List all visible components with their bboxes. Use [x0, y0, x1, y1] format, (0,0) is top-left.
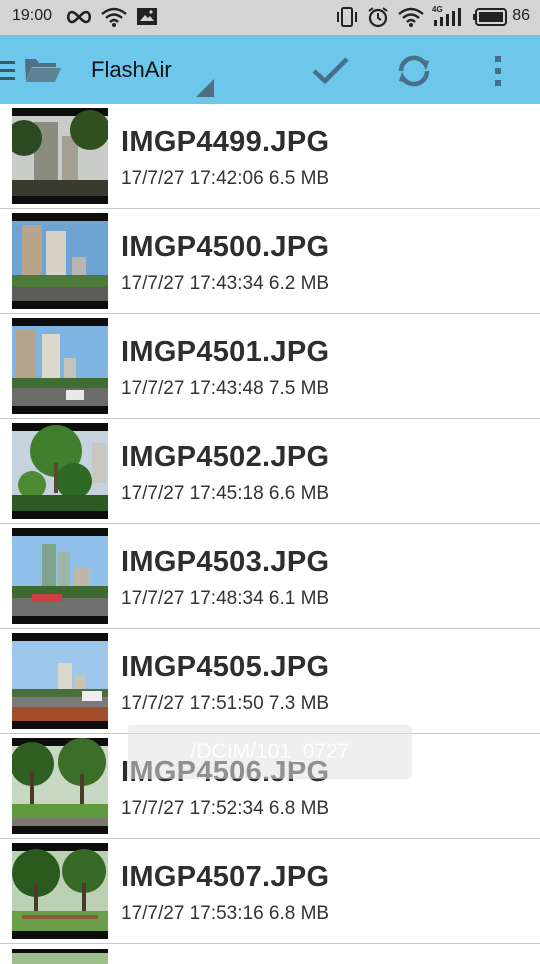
status-time: 19:00 — [12, 7, 53, 24]
file-thumbnail — [12, 738, 108, 834]
file-name: IMGP4501.JPG — [121, 336, 330, 368]
menu-icon[interactable] — [0, 59, 16, 87]
file-thumbnail — [12, 528, 108, 624]
file-list-item[interactable]: IMGP4501.JPG 17/7/27 17:43:48 7.5 MB — [0, 314, 540, 419]
file-name: IMGP4505.JPG — [121, 651, 330, 683]
file-thumbnail — [12, 108, 108, 204]
file-meta: 17/7/27 17:43:48 7.5 MB — [121, 378, 330, 399]
file-list-item[interactable]: IMGP4500.JPG 17/7/27 17:43:34 6.2 MB — [0, 209, 540, 314]
file-list: IMGP4499.JPG 17/7/27 17:42:06 6.5 MB IMG… — [0, 104, 540, 964]
file-meta: 17/7/27 17:43:34 6.2 MB — [121, 273, 330, 294]
overflow-menu-button[interactable] — [478, 49, 522, 93]
status-bar: 19:00 4G 86 — [0, 0, 540, 35]
refresh-button[interactable] — [392, 49, 436, 93]
network-type-label: 4G — [432, 5, 443, 14]
check-icon — [312, 57, 349, 85]
file-name: IMGP4507.JPG — [121, 861, 330, 893]
file-meta: 17/7/27 17:48:34 6.1 MB — [121, 588, 330, 609]
file-name: IMGP4500.JPG — [121, 231, 330, 263]
sync-icon — [398, 55, 430, 87]
infinity-icon — [64, 6, 94, 33]
path-toast: /DCIM/101_0727 — [128, 725, 412, 779]
wifi-icon — [101, 6, 127, 33]
file-list-item[interactable]: IMGP4503.JPG 17/7/27 17:48:34 6.1 MB — [0, 524, 540, 629]
folder-icon[interactable] — [24, 55, 62, 89]
file-thumbnail — [12, 843, 108, 939]
app-bar: FlashAir — [0, 35, 540, 104]
file-thumbnail — [12, 423, 108, 519]
dropdown-caret-icon[interactable] — [196, 79, 214, 101]
file-name: IMGP4503.JPG — [121, 546, 330, 578]
vibrate-icon — [336, 6, 358, 33]
file-list-item[interactable]: IMGP4507.JPG 17/7/27 17:53:16 6.8 MB — [0, 839, 540, 944]
file-name: IMGP4502.JPG — [121, 441, 330, 473]
select-check-button[interactable] — [308, 49, 352, 93]
wifi-icon — [398, 6, 424, 33]
file-list-item[interactable]: IMGP4505.JPG 17/7/27 17:51:50 7.3 MB — [0, 629, 540, 734]
file-meta: 17/7/27 17:53:16 6.8 MB — [121, 903, 330, 924]
file-meta: 17/7/27 17:45:18 6.6 MB — [121, 483, 330, 504]
alarm-icon — [366, 6, 390, 33]
file-thumbnail — [12, 949, 108, 964]
battery-percent: 86 — [512, 7, 530, 24]
file-thumbnail — [12, 633, 108, 729]
file-thumbnail — [12, 318, 108, 414]
cellular-signal-icon: 4G — [430, 4, 464, 33]
file-thumbnail — [12, 213, 108, 309]
image-notification-icon — [135, 6, 159, 33]
file-meta: 17/7/27 17:51:50 7.3 MB — [121, 693, 330, 714]
file-list-item-partial[interactable] — [0, 944, 540, 964]
file-list-item[interactable]: IMGP4499.JPG 17/7/27 17:42:06 6.5 MB — [0, 104, 540, 209]
more-vert-icon — [495, 56, 501, 86]
file-meta: 17/7/27 17:42:06 6.5 MB — [121, 168, 330, 189]
app-title[interactable]: FlashAir — [91, 57, 172, 83]
file-list-item[interactable]: IMGP4502.JPG 17/7/27 17:45:18 6.6 MB — [0, 419, 540, 524]
battery-icon — [473, 8, 509, 31]
file-name: IMGP4499.JPG — [121, 126, 330, 158]
file-meta: 17/7/27 17:52:34 6.8 MB — [121, 798, 330, 819]
